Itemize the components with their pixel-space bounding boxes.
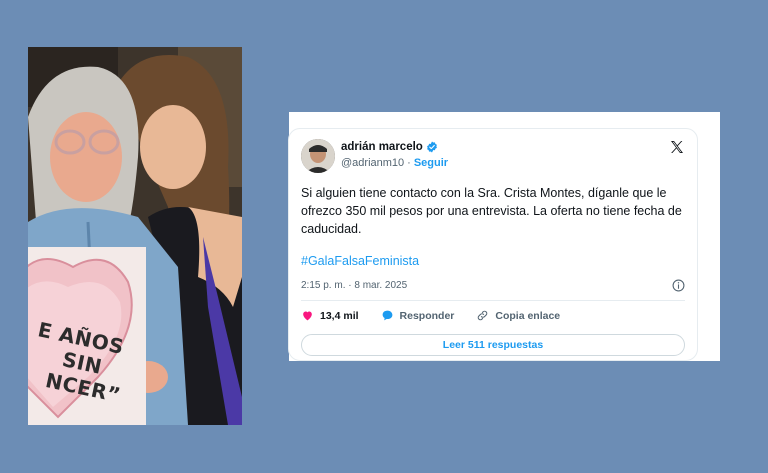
name-row: adrián marcelo (341, 141, 438, 153)
like-button[interactable]: 13,4 mil (301, 309, 359, 322)
link-icon (478, 310, 488, 321)
action-bar: 13,4 mil Responder Copia enlace (301, 309, 582, 322)
photo: E AÑOS SIN NCER” (28, 47, 242, 425)
copy-link-label: Copia enlace (495, 309, 561, 322)
handle-row: @adrianm10 · Seguir (341, 157, 448, 169)
x-logo-icon[interactable] (669, 139, 685, 155)
avatar-image (301, 139, 335, 173)
info-icon[interactable] (672, 279, 685, 292)
hashtag-link[interactable]: #GalaFalsaFeminista (301, 254, 419, 268)
divider (301, 300, 685, 301)
copy-link-button[interactable]: Copia enlace (476, 309, 560, 322)
display-name[interactable]: adrián marcelo (341, 141, 423, 153)
like-count: 13,4 mil (320, 309, 359, 322)
follow-button[interactable]: Seguir (414, 157, 448, 169)
avatar[interactable] (301, 139, 335, 173)
verified-badge-icon (426, 141, 437, 153)
handle[interactable]: @adrianm10 (341, 157, 404, 169)
timestamp[interactable]: 2:15 p. m. · 8 mar. 2025 (301, 280, 407, 291)
separator: · (407, 157, 411, 169)
heart-icon (303, 311, 312, 321)
tweet-text: Si alguien tiene contacto con la Sra. Cr… (301, 186, 682, 236)
reply-button[interactable]: Responder (381, 309, 455, 322)
tweet-card[interactable]: adrián marcelo @adrianm10 · Seguir Si al… (288, 128, 698, 361)
reply-bubble-icon (382, 310, 392, 321)
read-replies-button[interactable]: Leer 511 respuestas (301, 334, 685, 356)
reply-label: Responder (399, 309, 455, 322)
